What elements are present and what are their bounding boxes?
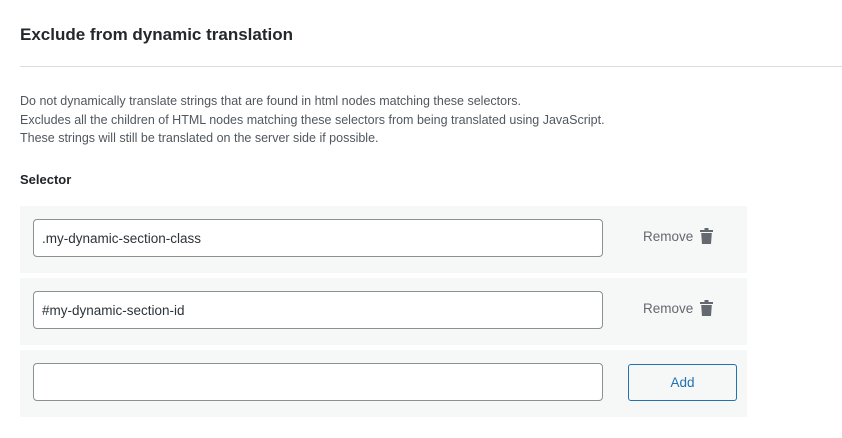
new-selector-input[interactable] [33, 363, 603, 401]
selector-label: Selector [20, 172, 72, 187]
selector-row: Remove [20, 278, 747, 345]
page-title: Exclude from dynamic translation [20, 25, 294, 44]
description-line-1: Do not dynamically translate strings tha… [20, 94, 521, 108]
remove-label: Remove [643, 300, 694, 316]
description-line-2: Excludes all the children of HTML nodes … [20, 112, 605, 127]
remove-button[interactable]: Remove [643, 300, 714, 316]
remove-button[interactable]: Remove [643, 228, 714, 244]
section-description: Do not dynamically translate strings tha… [20, 92, 605, 148]
new-selector-row: Add [20, 350, 747, 417]
description-line-3: These strings will still be translated o… [20, 131, 379, 145]
remove-label: Remove [643, 228, 694, 244]
selector-input[interactable] [33, 219, 603, 257]
selector-input[interactable] [33, 291, 603, 329]
add-button[interactable]: Add [628, 364, 737, 401]
trash-icon [700, 228, 714, 244]
selector-row: Remove [20, 206, 747, 273]
title-divider [20, 66, 842, 67]
trash-icon [700, 300, 714, 316]
